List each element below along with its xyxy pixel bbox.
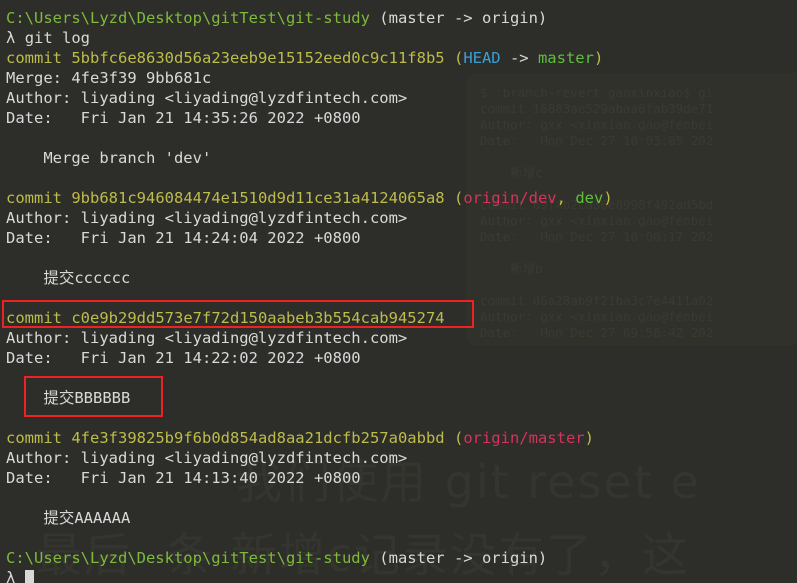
prompt-refs-top: (master -> origin) xyxy=(379,9,548,27)
merge-line: Merge: 4fe3f39 9bb681c xyxy=(6,69,212,87)
command-git-log: git log xyxy=(24,29,91,47)
date-line-3: Date: Fri Jan 21 14:22:02 2022 +0800 xyxy=(6,349,361,367)
refs-open-paren-1: ( xyxy=(453,49,464,67)
date-line-1: Date: Fri Jan 21 14:35:26 2022 +0800 xyxy=(6,109,361,127)
ref-branch-2: dev xyxy=(575,189,604,207)
prompt-path-bottom: C:\Users\Lyzd\Desktop\gitTest\git-study xyxy=(6,549,370,567)
commit-line-3: commit c0e9b29dd573e7f72d150aabeb3b554ca… xyxy=(6,308,797,328)
commit-sha-4: 4fe3f39825b9f6b0d854ad8aa21dcfb257a0abbd xyxy=(71,429,445,447)
refs-open-paren-4: ( xyxy=(453,429,464,447)
commit-message-3: 提交BBBBBB xyxy=(6,389,131,407)
prompt-path-line-bottom: C:\Users\Lyzd\Desktop\gitTest\git-study … xyxy=(6,548,797,568)
text-cursor[interactable] xyxy=(24,570,34,583)
commit-line-2: commit 9bb681c946084474e1510d9d11ce31a41… xyxy=(6,188,797,208)
author-line-2: Author: liyading <liyading@lyzdfintech.c… xyxy=(6,209,408,227)
commit-sha-3: c0e9b29dd573e7f72d150aabeb3b554cab945274 xyxy=(71,309,445,327)
ref-head-1: HEAD xyxy=(463,49,501,67)
prompt-line-cursor[interactable]: λ xyxy=(6,568,797,583)
author-line-1: Author: liyading <liyading@lyzdfintech.c… xyxy=(6,89,408,107)
commit-label-3: commit xyxy=(6,309,62,327)
command-line: λ git log xyxy=(6,28,797,48)
commit-line-4: commit 4fe3f39825b9f6b0d854ad8aa21dcfb25… xyxy=(6,428,797,448)
terminal-output[interactable]: C:\Users\Lyzd\Desktop\gitTest\git-study … xyxy=(0,0,797,583)
commit-line-1: commit 5bbfc6e8630d56a23eeb9e15152eed0c9… xyxy=(6,48,797,68)
ref-separator-2: , xyxy=(556,189,576,207)
ref-arrow-1: -> xyxy=(500,49,538,67)
ref-remote-2: origin/dev xyxy=(463,189,557,207)
date-line-2: Date: Fri Jan 21 14:24:04 2022 +0800 xyxy=(6,229,361,247)
ref-remote-4: origin/master xyxy=(463,429,585,447)
terminal-window: $ :branch-revert gaoxinxiao$ gi commit 16… xyxy=(0,0,797,583)
prompt-symbol-top: λ xyxy=(6,29,16,47)
author-line-4: Author: liyading <liyading@lyzdfintech.c… xyxy=(6,449,408,467)
refs-close-paren-1: ) xyxy=(593,49,604,67)
prompt-symbol-bottom: λ xyxy=(6,569,16,583)
refs-close-paren-2: ) xyxy=(603,189,613,207)
refs-open-paren-2: ( xyxy=(453,189,464,207)
prompt-path-line-top: C:\Users\Lyzd\Desktop\gitTest\git-study … xyxy=(6,8,797,28)
commit-sha-1: 5bbfc6e8630d56a23eeb9e15152eed0c9c11f8b5 xyxy=(71,49,445,67)
commit-label-1: commit xyxy=(6,49,62,67)
refs-close-paren-4: ) xyxy=(584,429,594,447)
commit-label-4: commit xyxy=(6,429,62,447)
commit-sha-2: 9bb681c946084474e1510d9d11ce31a4124065a8 xyxy=(71,189,445,207)
commit-label-2: commit xyxy=(6,189,62,207)
commit-message-4: 提交AAAAAA xyxy=(6,509,131,527)
date-line-4: Date: Fri Jan 21 14:13:40 2022 +0800 xyxy=(6,469,361,487)
ref-branch-1: master xyxy=(537,49,594,67)
commit-message-1: Merge branch 'dev' xyxy=(6,149,212,167)
prompt-path-top: C:\Users\Lyzd\Desktop\gitTest\git-study xyxy=(6,9,370,27)
author-line-3: Author: liyading <liyading@lyzdfintech.c… xyxy=(6,329,408,347)
prompt-refs-bottom: (master -> origin) xyxy=(379,549,548,567)
commit-message-2: 提交cccccc xyxy=(6,269,131,287)
